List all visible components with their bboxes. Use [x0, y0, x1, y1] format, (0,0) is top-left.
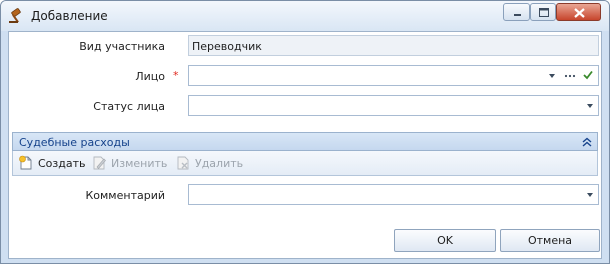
court-costs-header[interactable]: Судебные расходы — [12, 132, 598, 151]
required-marker: * — [173, 69, 179, 82]
collapse-up-icon[interactable] — [581, 136, 593, 148]
create-button[interactable]: Создать — [18, 155, 86, 172]
chevron-down-icon[interactable] — [587, 104, 593, 108]
title-bar[interactable]: Добавление — [1, 1, 609, 31]
ellipsis-icon[interactable] — [564, 72, 576, 80]
court-costs-title: Судебные расходы — [19, 136, 130, 149]
edit-label: Изменить — [111, 157, 168, 170]
chevron-down-icon[interactable] — [587, 193, 593, 197]
minimize-icon — [514, 14, 521, 16]
comment-input[interactable] — [188, 184, 599, 205]
gavel-icon — [9, 8, 21, 23]
create-label: Создать — [38, 157, 86, 170]
edit-document-icon — [93, 156, 106, 170]
delete-document-icon — [177, 156, 189, 170]
check-icon[interactable] — [583, 70, 593, 80]
maximize-icon — [539, 8, 549, 17]
court-costs-toolbar: Создать Изменить Удалить — [12, 151, 598, 176]
new-document-icon — [19, 155, 32, 170]
participant-type-field: Переводчик — [188, 35, 599, 56]
comment-label: Комментарий — [85, 189, 165, 202]
close-icon — [574, 8, 585, 18]
person-status-label: Статус лица — [93, 100, 165, 113]
person-lookup-field[interactable] — [188, 65, 599, 86]
person-label: Лицо — [135, 70, 165, 83]
close-button[interactable] — [556, 3, 601, 21]
edit-button[interactable]: Изменить — [91, 155, 167, 172]
participant-type-label: Вид участника — [79, 40, 165, 53]
dialog-body: Вид участника Переводчик Лицо * Статус л… — [8, 31, 602, 259]
participant-type-value: Переводчик — [192, 40, 262, 53]
delete-label: Удалить — [195, 157, 244, 170]
add-dialog-window: Добавление Вид участника Переводчик Лицо… — [0, 0, 610, 264]
chevron-down-icon[interactable] — [549, 74, 555, 78]
maximize-button[interactable] — [530, 3, 556, 21]
window-title: Добавление — [31, 9, 108, 23]
ok-button[interactable]: OK — [394, 229, 496, 252]
person-status-select[interactable] — [188, 95, 599, 116]
minimize-button[interactable] — [503, 3, 530, 21]
delete-button[interactable]: Удалить — [175, 155, 245, 172]
cancel-button[interactable]: Отмена — [500, 229, 600, 252]
